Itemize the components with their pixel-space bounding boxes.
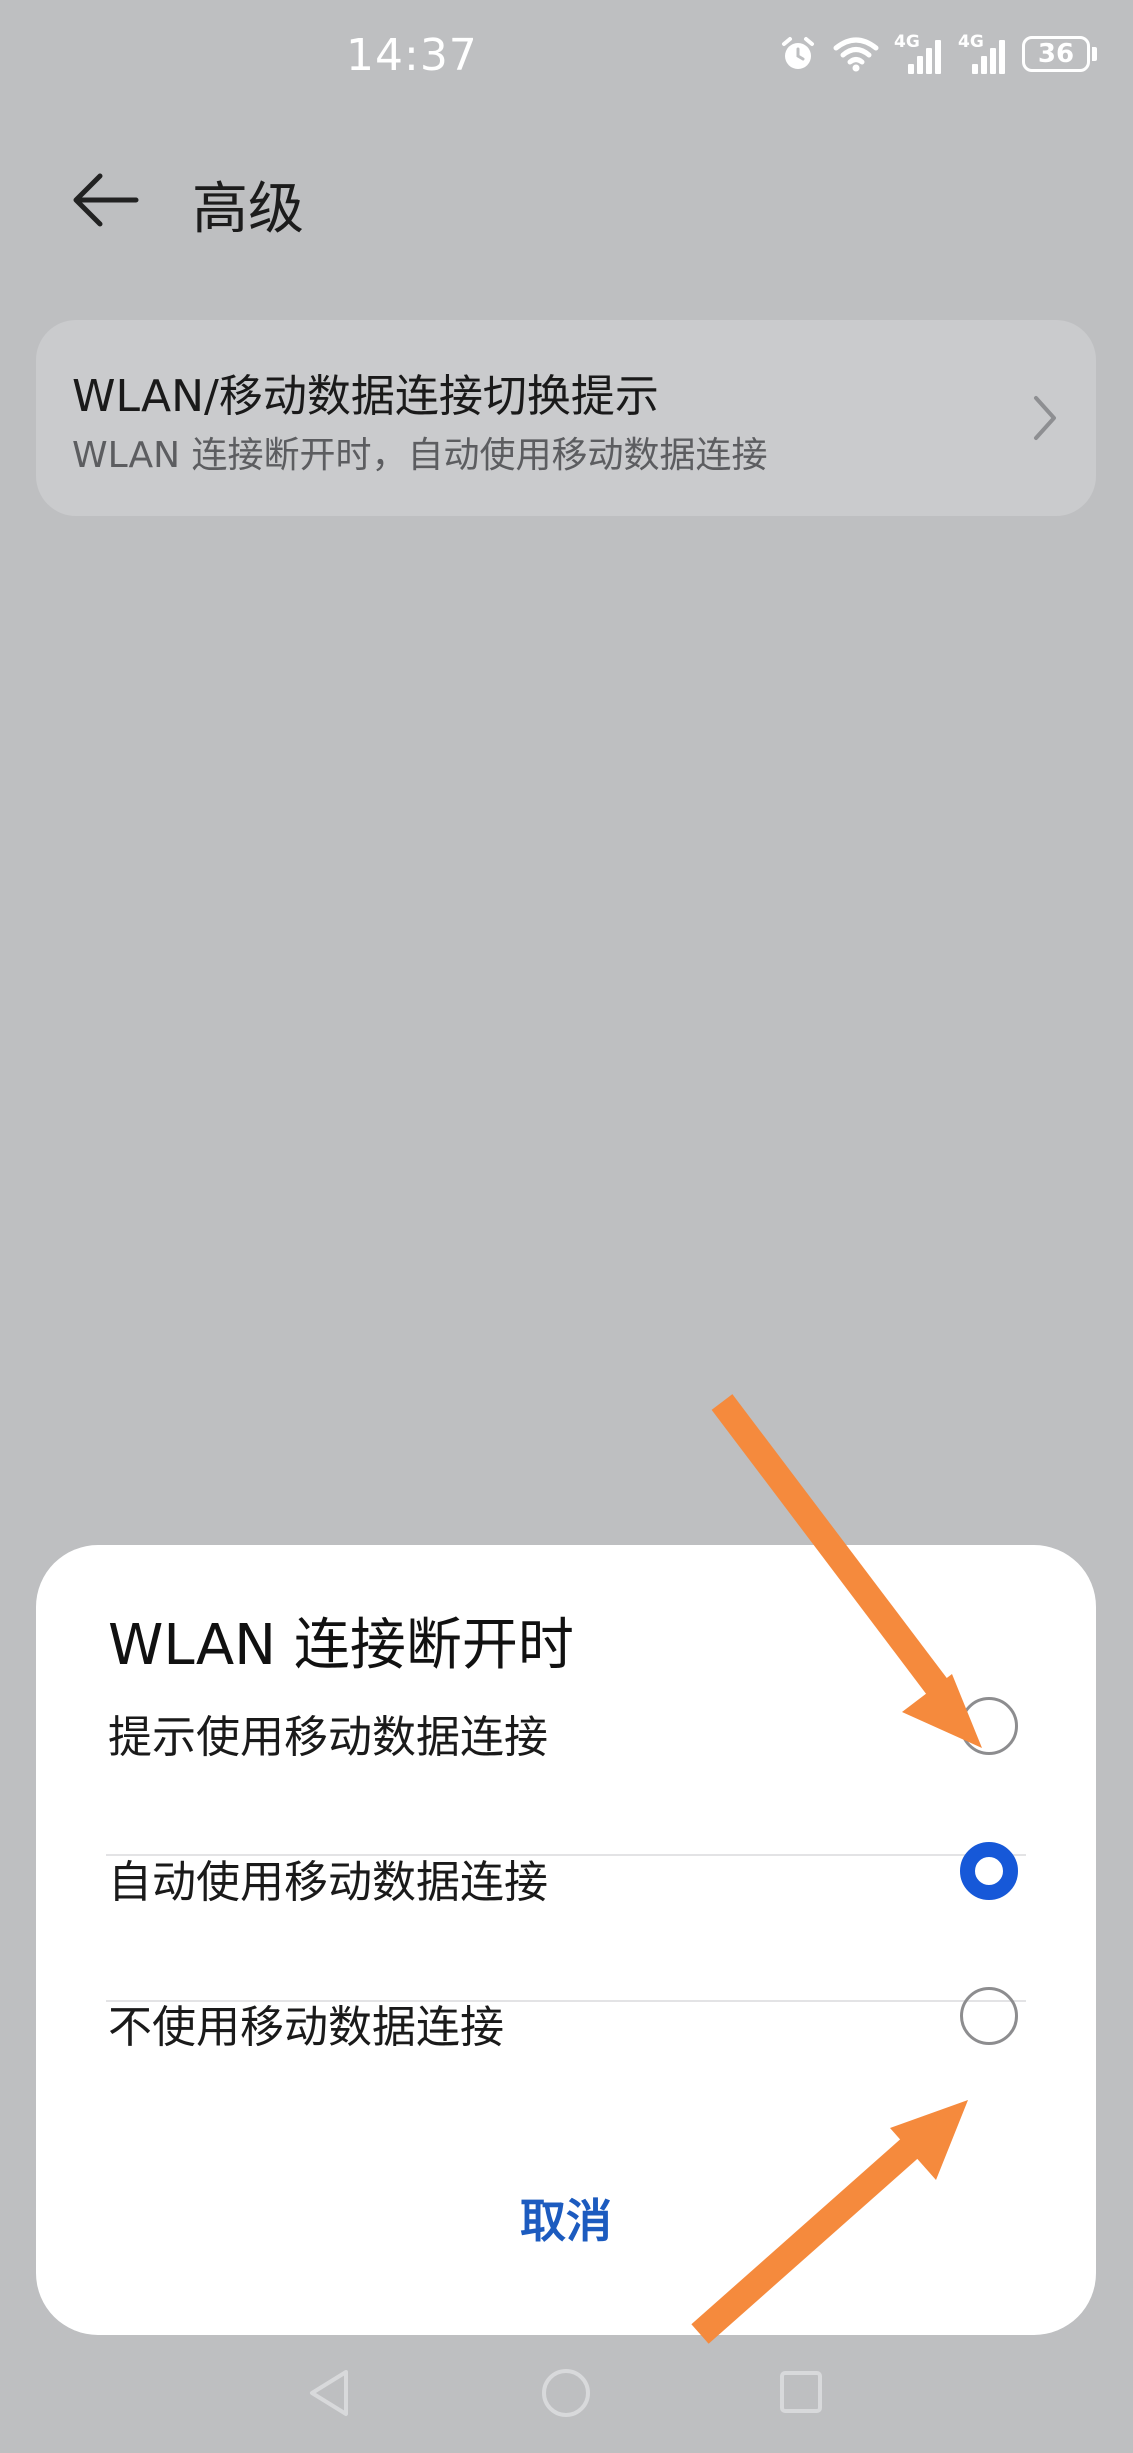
setting-subtitle: WLAN 连接断开时，自动使用移动数据连接 <box>72 435 768 476</box>
signal-icon-2: 4G <box>958 32 1008 74</box>
nav-home-icon[interactable] <box>542 2369 590 2417</box>
navigation-bar <box>310 2369 822 2417</box>
wlan-mobile-switch-setting[interactable]: WLAN/移动数据连接切换提示 WLAN 连接断开时，自动使用移动数据连接 <box>36 320 1096 516</box>
nav-recents-icon[interactable] <box>780 2371 822 2413</box>
status-bar: 14:37 4G 4G 36 <box>0 0 1133 120</box>
nav-back-icon[interactable] <box>310 2370 348 2416</box>
radio-button[interactable] <box>960 1987 1018 2045</box>
setting-title: WLAN/移动数据连接切换提示 <box>72 371 659 422</box>
radio-button[interactable] <box>960 1697 1018 1755</box>
signal-icon: 4G <box>894 32 944 74</box>
battery-icon: 36 <box>1022 36 1097 72</box>
network-type-label: 4G <box>894 32 920 52</box>
page-title: 高级 <box>192 177 304 242</box>
status-icons: 4G 4G 36 <box>778 32 1097 74</box>
chevron-right-icon <box>1034 396 1056 440</box>
wlan-disconnect-dialog: WLAN 连接断开时 提示使用移动数据连接 自动使用移动数据连接 不使用移动数据… <box>36 1545 1096 2335</box>
network-type-label-2: 4G <box>958 32 984 52</box>
option-label: 自动使用移动数据连接 <box>108 1857 548 1908</box>
radio-button-selected[interactable] <box>960 1842 1018 1900</box>
header: 高级 <box>0 140 1133 260</box>
option-label: 提示使用移动数据连接 <box>108 1712 548 1763</box>
option-auto-mobile-data[interactable]: 自动使用移动数据连接 <box>36 1800 1096 1944</box>
alarm-icon <box>782 37 814 69</box>
option-label: 不使用移动数据连接 <box>108 2002 504 2053</box>
cancel-button[interactable]: 取消 <box>36 2185 1096 2251</box>
battery-level: 36 <box>1022 36 1090 72</box>
option-prompt-mobile-data[interactable]: 提示使用移动数据连接 <box>36 1655 1096 1799</box>
wifi-icon <box>833 37 879 72</box>
status-time: 14:37 <box>346 30 478 81</box>
option-no-mobile-data[interactable]: 不使用移动数据连接 <box>36 1945 1096 2089</box>
back-arrow-icon[interactable] <box>70 170 140 230</box>
